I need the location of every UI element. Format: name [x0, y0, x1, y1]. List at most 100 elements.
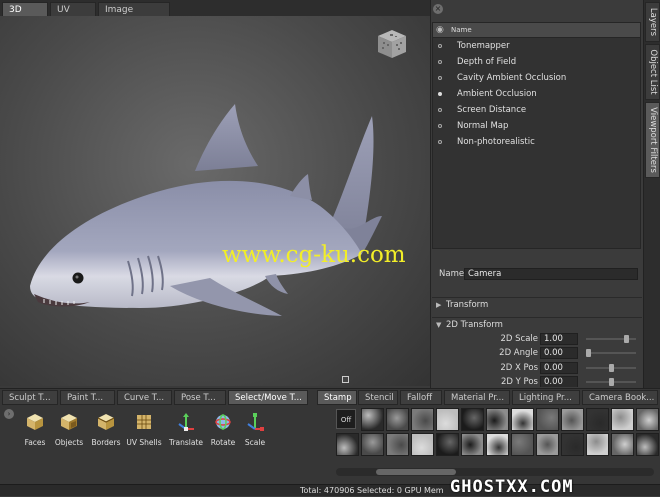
- tab-image-browser[interactable]: Image Browser: [98, 2, 170, 29]
- uv-shells-icon: [137, 415, 151, 429]
- stamp-thumbnail[interactable]: [561, 408, 584, 431]
- 2d-angle-label: 2D Angle: [499, 348, 538, 358]
- filter-label: Cavity Ambient Occlusion: [457, 73, 567, 83]
- panel-close-button[interactable]: ×: [433, 4, 443, 14]
- viewport-resize-handle[interactable]: [342, 376, 349, 383]
- filter-row-screen-distance[interactable]: Screen Distance: [433, 102, 640, 118]
- slider-knob[interactable]: [586, 349, 591, 357]
- tool-scale[interactable]: Scale: [235, 413, 275, 447]
- tab-falloff[interactable]: Falloff: [400, 390, 442, 405]
- stamp-thumbnail[interactable]: [386, 408, 409, 431]
- 2d-scale-field[interactable]: 1.00: [540, 333, 578, 345]
- navigation-cube-icon[interactable]: [376, 28, 408, 60]
- filter-toggle-icon[interactable]: [438, 76, 442, 80]
- stamp-thumbnail[interactable]: [486, 408, 509, 431]
- tab-layers[interactable]: Layers: [645, 2, 660, 42]
- tab-paint-tools[interactable]: Paint T...: [60, 390, 115, 405]
- tab-uv-view[interactable]: UV View: [50, 2, 96, 29]
- tab-select-move-tools[interactable]: Select/Move T...: [228, 390, 308, 405]
- stamp-thumbnail[interactable]: [511, 433, 534, 456]
- stamp-thumbnail[interactable]: [461, 433, 484, 456]
- filter-row-ambient-occlusion[interactable]: Ambient Occlusion: [433, 86, 640, 102]
- tab-pose-tools[interactable]: Pose T...: [174, 390, 226, 405]
- stamp-thumbnail[interactable]: [586, 408, 609, 431]
- filter-row-normal-map[interactable]: Normal Map: [433, 118, 640, 134]
- tab-lighting-presets[interactable]: Lighting Pr...: [512, 390, 580, 405]
- scrollbar-thumb[interactable]: [376, 469, 456, 475]
- 2d-angle-field[interactable]: 0.00: [540, 347, 578, 359]
- tool-label: Borders: [91, 438, 121, 447]
- stamp-thumbnail[interactable]: [411, 433, 434, 456]
- tab-curve-tools[interactable]: Curve T...: [117, 390, 172, 405]
- stamp-thumbnail[interactable]: [386, 433, 409, 456]
- stamp-thumbnail[interactable]: [361, 433, 384, 456]
- tool-uv-shells[interactable]: UV Shells: [124, 413, 164, 447]
- tab-object-list[interactable]: Object List: [645, 44, 660, 100]
- status-bar: Total: 470906 Selected: 0 GPU Mem GHOSTX…: [0, 477, 660, 497]
- tab-material-presets[interactable]: Material Pr...: [444, 390, 510, 405]
- stamp-thumbnail[interactable]: [411, 408, 434, 431]
- tab-stencil[interactable]: Stencil: [358, 390, 398, 405]
- stamp-thumbnail[interactable]: [436, 433, 459, 456]
- filter-toggle-icon[interactable]: [438, 124, 442, 128]
- tab-camera-bookmarks[interactable]: Camera Book...: [582, 390, 658, 405]
- filter-row-non-photorealistic[interactable]: Non-photorealistic: [433, 134, 640, 150]
- status-text: Total: 470906 Selected: 0 GPU Mem: [300, 486, 444, 495]
- tab-3d-view[interactable]: 3D View: [2, 2, 48, 29]
- site-logo-text: GHOSTXX.COM: [450, 477, 574, 497]
- stamp-off-button[interactable]: Off: [336, 409, 356, 429]
- 2d-y-pos-field[interactable]: 0.00: [540, 376, 578, 387]
- 2d-y-pos-label: 2D Y Pos: [500, 377, 538, 387]
- 2d-x-pos-field[interactable]: 0.00: [540, 362, 578, 374]
- 3d-viewport[interactable]: www.cg-ku.com: [0, 16, 430, 386]
- stamp-thumbnail[interactable]: [611, 433, 634, 456]
- filter-toggle-icon[interactable]: [438, 92, 442, 96]
- viewport-tab-bar: 3D View UV View Image Browser: [0, 0, 430, 29]
- filter-toggle-icon[interactable]: [438, 108, 442, 112]
- slider-knob[interactable]: [608, 364, 614, 372]
- stamp-thumbnail[interactable]: [536, 433, 559, 456]
- stamp-thumbnail[interactable]: [486, 433, 509, 456]
- filter-label: Non-photorealistic: [457, 137, 535, 147]
- tool-translate[interactable]: Translate: [166, 413, 206, 447]
- translate-icon: [178, 413, 194, 431]
- stamp-thumbnail[interactable]: [536, 408, 559, 431]
- stamp-thumbnail[interactable]: [511, 408, 534, 431]
- stamp-thumbnail[interactable]: [611, 408, 634, 431]
- filter-row-depth-of-field[interactable]: Depth of Field: [433, 54, 640, 70]
- objects-icon: [61, 414, 77, 430]
- stamp-thumbnail[interactable]: [561, 433, 584, 456]
- stamp-thumbnail[interactable]: [336, 433, 359, 456]
- filter-toggle-icon[interactable]: [438, 60, 442, 64]
- name-column-header[interactable]: Name: [451, 23, 472, 37]
- tab-stamp[interactable]: Stamp: [317, 390, 357, 405]
- tool-borders[interactable]: Borders: [86, 413, 126, 447]
- stamp-thumbnail[interactable]: [436, 408, 459, 431]
- filter-row-cavity-ambient-occlusion[interactable]: Cavity Ambient Occlusion: [433, 70, 640, 86]
- transform-label: Transform: [446, 300, 489, 310]
- shelf-options-icon[interactable]: ›: [4, 409, 14, 419]
- stamp-thumbnail[interactable]: [636, 408, 659, 431]
- expand-triangle-icon: ▶: [436, 301, 442, 309]
- eye-icon[interactable]: ◉: [436, 24, 448, 36]
- 2d-x-pos-label: 2D X Pos: [500, 363, 538, 373]
- slider-knob[interactable]: [608, 378, 614, 386]
- stamp-thumbnail[interactable]: [586, 433, 609, 456]
- tab-sculpt-tools[interactable]: Sculpt T...: [2, 390, 58, 405]
- stamp-thumbnail[interactable]: [361, 408, 384, 431]
- shark-model[interactable]: [20, 96, 430, 336]
- tab-viewport-filters[interactable]: Viewport Filters: [645, 102, 660, 178]
- stamp-thumbnail[interactable]: [636, 433, 659, 456]
- filter-row-tonemapper[interactable]: Tonemapper: [433, 38, 640, 54]
- transform-section[interactable]: ▶ Transform: [432, 297, 642, 312]
- filter-toggle-icon[interactable]: [438, 44, 442, 48]
- faces-icon: [27, 414, 43, 430]
- 2d-transform-section[interactable]: ▼ 2D Transform: [432, 317, 642, 332]
- filter-toggle-icon[interactable]: [438, 140, 442, 144]
- tool-objects[interactable]: Objects: [49, 413, 89, 447]
- camera-name-field[interactable]: Camera: [464, 268, 638, 280]
- stamp-scrollbar[interactable]: [336, 468, 654, 476]
- 2d-angle-slider[interactable]: [586, 352, 636, 354]
- stamp-thumbnail[interactable]: [461, 408, 484, 431]
- slider-knob[interactable]: [624, 335, 630, 343]
